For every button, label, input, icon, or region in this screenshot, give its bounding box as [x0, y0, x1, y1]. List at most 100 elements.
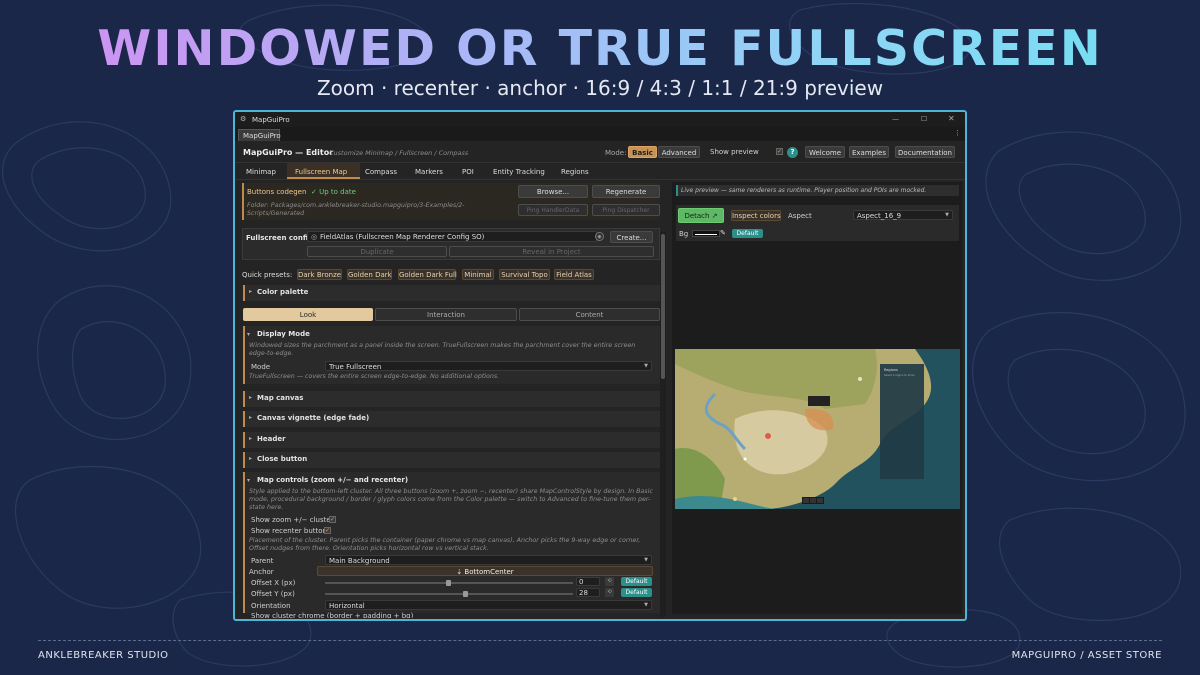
preset-golden-dark[interactable]: Golden Dark [347, 269, 392, 280]
bg-color-swatch[interactable] [692, 230, 720, 237]
offset-y-label: Offset Y (px) [251, 590, 295, 598]
mode-field-label: Mode [251, 363, 271, 371]
window-title: MapGuiPro [252, 116, 290, 124]
display-mode-desc: Windowed sizes the parchment as a panel … [249, 342, 636, 357]
display-mode-hint: TrueFullscreen — covers the entire scree… [249, 373, 500, 380]
ping-handler-button[interactable]: Ping HandlerData [518, 204, 588, 216]
mode-advanced-button[interactable]: Advanced [658, 146, 700, 158]
offset-y-input[interactable]: 28 [576, 588, 600, 597]
section-title: Close button [257, 455, 308, 463]
subtab-interaction[interactable]: Interaction [375, 308, 517, 321]
subtab-content[interactable]: Content [519, 308, 660, 321]
app-icon: ⚙ [240, 115, 247, 123]
maximize-icon[interactable]: ☐ [921, 115, 927, 123]
config-object-field[interactable]: ◎ FieldAtlas (Fullscreen Map Renderer Co… [307, 231, 597, 242]
close-icon[interactable]: ✕ [948, 114, 955, 123]
anchor-selector[interactable]: ⇣ BottomCenter [317, 566, 653, 576]
mode-label: Mode: [605, 149, 627, 157]
expand-arrow-icon: ▸ [249, 435, 253, 442]
map-preview[interactable]: Regions Select a region to focus [675, 349, 960, 509]
eyedropper-icon[interactable]: ✎ [720, 229, 726, 237]
expand-arrow-icon: ▸ [249, 394, 253, 401]
window-titlebar: ⚙ MapGuiPro — ☐ ✕ [235, 112, 965, 127]
show-chrome-label: Show cluster chrome (border + padding + … [251, 612, 414, 618]
dropdown-value: Main Background [329, 557, 390, 565]
parent-dropdown[interactable]: Main Background ▼ [325, 555, 652, 565]
expand-arrow-icon: ▸ [249, 288, 253, 295]
browse-button[interactable]: Browse... [518, 185, 588, 198]
offset-y-slider[interactable] [325, 593, 573, 595]
reveal-in-project-button[interactable]: Reveal in Project [449, 246, 654, 257]
minimize-icon[interactable]: — [892, 115, 899, 123]
expand-arrow-icon: ▸ [249, 455, 253, 462]
window-tab[interactable]: MapGuiPro [238, 129, 281, 141]
preset-dark-bronze[interactable]: Dark Bronze [297, 269, 342, 280]
documentation-button[interactable]: Documentation [895, 146, 955, 158]
tab-compass[interactable]: Compass [365, 168, 397, 176]
section-color-palette[interactable]: ▸ Color palette [243, 285, 660, 301]
map-controls-desc: Style applied to the bottom-left cluster… [249, 488, 653, 511]
bg-default-button[interactable]: Default [732, 229, 763, 238]
reset-icon[interactable]: ⟲ [605, 588, 614, 597]
collapse-arrow-icon[interactable]: ▾ [247, 331, 250, 338]
show-zoom-label: Show zoom +/− cluster [251, 516, 334, 524]
section-display-mode[interactable]: Display Mode [257, 330, 310, 338]
scrollbar-thumb[interactable] [661, 234, 665, 379]
help-icon[interactable]: ? [787, 147, 798, 158]
window-tabstrip: MapGuiPro ⋮ [235, 127, 965, 141]
tab-markers[interactable]: Markers [415, 168, 443, 176]
display-mode-dropdown[interactable]: True Fullscreen ▼ [325, 361, 652, 371]
preview-note: Live preview — same renderers as runtime… [681, 187, 927, 194]
offset-y-knob[interactable] [463, 591, 468, 597]
section-map-canvas[interactable]: ▸ Map canvas [243, 391, 660, 407]
ping-dispatcher-button[interactable]: Ping Dispatcher [592, 204, 660, 216]
inspect-colors-button[interactable]: Inspect colors [731, 210, 781, 221]
map-panel-subtitle: Select a region to focus [884, 373, 915, 377]
chevron-down-icon: ▼ [644, 557, 648, 563]
tab-poi[interactable]: POI [462, 168, 474, 176]
preset-golden-dark-full[interactable]: Golden Dark Full [398, 269, 457, 280]
tab-regions[interactable]: Regions [561, 168, 589, 176]
offset-x-label: Offset X (px) [251, 579, 296, 587]
orientation-label: Orientation [251, 602, 291, 610]
tab-minimap[interactable]: Minimap [246, 168, 276, 176]
tab-entity-tracking[interactable]: Entity Tracking [493, 168, 545, 176]
offset-x-knob[interactable] [446, 580, 451, 586]
object-picker-icon[interactable]: ◉ [595, 232, 604, 241]
preset-survival-topo[interactable]: Survival Topo [499, 269, 550, 280]
subtab-look[interactable]: Look [243, 308, 373, 321]
expand-arrow-icon: ▸ [249, 414, 253, 421]
show-recenter-checkbox[interactable]: ✓ [324, 527, 331, 534]
section-map-controls[interactable]: Map controls (zoom +/− and recenter) [257, 476, 408, 484]
orientation-dropdown[interactable]: Horizontal ▼ [325, 600, 652, 610]
create-button[interactable]: Create... [610, 231, 653, 243]
regenerate-button[interactable]: Regenerate [592, 185, 660, 198]
window-menu-icon[interactable]: ⋮ [954, 129, 961, 137]
editor-subtitle: Customize Minimap / Fullscreen / Compass [329, 149, 469, 157]
dropdown-value: Horizontal [329, 602, 365, 610]
map-panel-title: Regions [884, 368, 898, 372]
offset-x-default-button[interactable]: Default [621, 577, 652, 586]
show-preview-checkbox[interactable]: ✓ [776, 148, 783, 155]
welcome-button[interactable]: Welcome [805, 146, 845, 158]
aspect-dropdown[interactable]: Aspect_16_9 ▼ [853, 210, 953, 220]
mode-basic-button[interactable]: Basic [628, 146, 657, 158]
duplicate-button[interactable]: Duplicate [307, 246, 447, 257]
show-zoom-checkbox[interactable]: ✓ [329, 516, 336, 523]
store-label: MAPGUIPRO / ASSET STORE [1011, 650, 1162, 661]
examples-button[interactable]: Examples [849, 146, 889, 158]
section-close-button[interactable]: ▸ Close button [243, 452, 660, 468]
tab-fullscreen-map[interactable]: Fullscreen Map [295, 168, 347, 176]
preset-field-atlas[interactable]: Field Atlas [554, 269, 594, 280]
parent-label: Parent [251, 557, 274, 565]
offset-y-default-button[interactable]: Default [621, 588, 652, 597]
offset-x-input[interactable]: 0 [576, 577, 600, 586]
section-canvas-vignette[interactable]: ▸ Canvas vignette (edge fade) [243, 411, 660, 427]
object-icon: ◎ [311, 233, 318, 241]
reset-icon[interactable]: ⟲ [605, 577, 614, 586]
detach-button[interactable]: Detach ↗ [678, 208, 724, 223]
collapse-arrow-icon[interactable]: ▾ [247, 477, 250, 484]
preset-minimal[interactable]: Minimal [462, 269, 494, 280]
editor-window: ⚙ MapGuiPro — ☐ ✕ MapGuiPro ⋮ MapGuiPro … [233, 110, 967, 621]
section-header[interactable]: ▸ Header [243, 432, 660, 448]
